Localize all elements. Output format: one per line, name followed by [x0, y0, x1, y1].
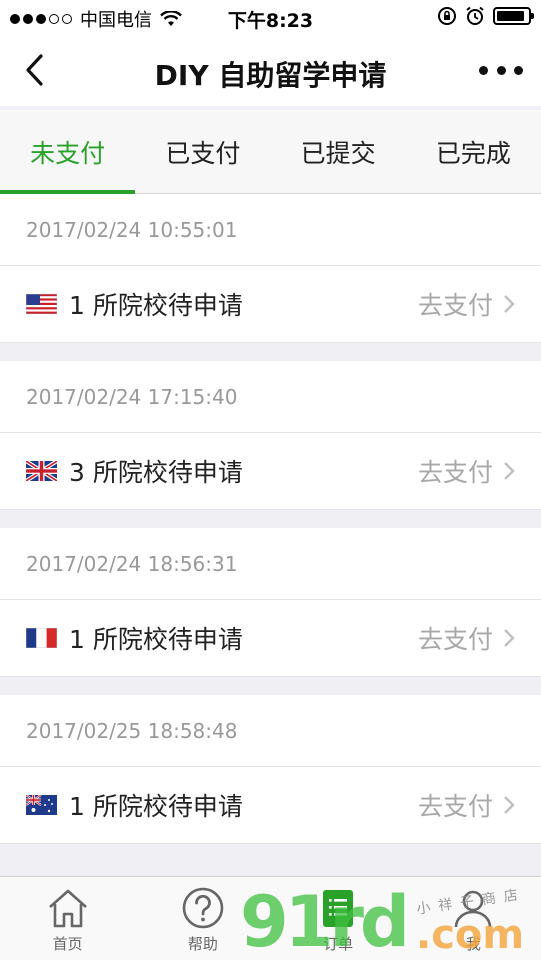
user-icon [455, 890, 492, 928]
pay-label: 去支付 [417, 792, 493, 821]
order-card: 2017/02/24 17:15:40 3 所院校待申请 去支付 [0, 361, 541, 510]
tab-unpaid[interactable]: 未支付 [0, 110, 136, 194]
tabbar-label: 首页 [52, 935, 83, 953]
tabbar-item-me[interactable]: 我 [406, 877, 541, 960]
order-row[interactable]: 1 所院校待申请 去支付 [0, 600, 541, 677]
chevron-right-icon [504, 462, 515, 480]
tab-submitted[interactable]: 已提交 [271, 110, 406, 193]
order-summary: 3 所院校待申请 [69, 458, 243, 487]
order-card: 2017/02/25 18:58:48 1 所院校待申请 去支付 [0, 695, 541, 844]
chevron-right-icon [504, 629, 515, 647]
tabbar-label: 帮助 [187, 935, 218, 953]
tab-paid[interactable]: 已支付 [135, 110, 270, 193]
home-icon [48, 889, 87, 928]
order-summary: 1 所院校待申请 [69, 792, 243, 821]
status-bar: 中国电信 下午8:23 [0, 0, 541, 36]
order-summary: 1 所院校待申请 [69, 291, 243, 320]
pay-button[interactable]: 去支付 [418, 620, 515, 656]
alarm-icon [466, 6, 484, 25]
battery-icon [493, 7, 534, 25]
pay-button[interactable]: 去支付 [418, 787, 515, 823]
order-row[interactable]: 1 所院校待申请 去支付 [0, 266, 541, 343]
tab-completed[interactable]: 已完成 [406, 110, 541, 193]
pay-button[interactable]: 去支付 [418, 286, 515, 322]
more-button[interactable] [479, 58, 523, 82]
order-row[interactable]: 3 所院校待申请 去支付 [0, 433, 541, 510]
order-date: 2017/02/24 10:55:01 [0, 194, 541, 266]
pay-label: 去支付 [417, 458, 493, 487]
order-row[interactable]: 1 所院校待申请 去支付 [0, 767, 541, 844]
pay-button[interactable]: 去支付 [418, 453, 515, 489]
order-status-tabs: 未支付 已支付 已提交 已完成 [0, 110, 541, 194]
fr-flag-icon [26, 628, 57, 648]
order-summary: 1 所院校待申请 [69, 625, 243, 654]
order-date: 2017/02/24 17:15:40 [0, 361, 541, 433]
status-right [437, 6, 534, 26]
order-card: 2017/02/24 18:56:31 1 所院校待申请 去支付 [0, 528, 541, 677]
us-flag-icon [26, 294, 57, 314]
au-flag-icon [26, 795, 57, 815]
order-date: 2017/02/25 18:58:48 [0, 695, 541, 767]
uk-flag-icon [26, 461, 57, 481]
more-dots-icon [479, 65, 488, 75]
bottom-tab-bar: 首页 帮助 订单 我 [0, 876, 541, 960]
chevron-right-icon [504, 295, 515, 313]
rotation-lock-icon [438, 7, 456, 25]
pay-label: 去支付 [417, 625, 493, 654]
help-icon [182, 887, 224, 929]
page-title: DIY 自助留学申请 [154, 59, 387, 92]
tabbar-label: 订单 [323, 935, 354, 953]
order-date: 2017/02/24 18:56:31 [0, 528, 541, 600]
tabbar-item-home[interactable]: 首页 [0, 877, 135, 960]
tabbar-item-orders[interactable]: 订单 [271, 877, 406, 960]
chevron-right-icon [504, 796, 515, 814]
pay-label: 去支付 [417, 291, 493, 320]
tabbar-label: 我 [465, 935, 481, 953]
nav-bar: DIY 自助留学申请 [0, 36, 541, 106]
tabbar-item-help[interactable]: 帮助 [135, 877, 270, 960]
orders-icon [323, 890, 354, 927]
order-list: 2017/02/24 10:55:01 1 所院校待申请 去支付 2017/02… [0, 194, 541, 862]
order-card: 2017/02/24 10:55:01 1 所院校待申请 去支付 [0, 194, 541, 343]
